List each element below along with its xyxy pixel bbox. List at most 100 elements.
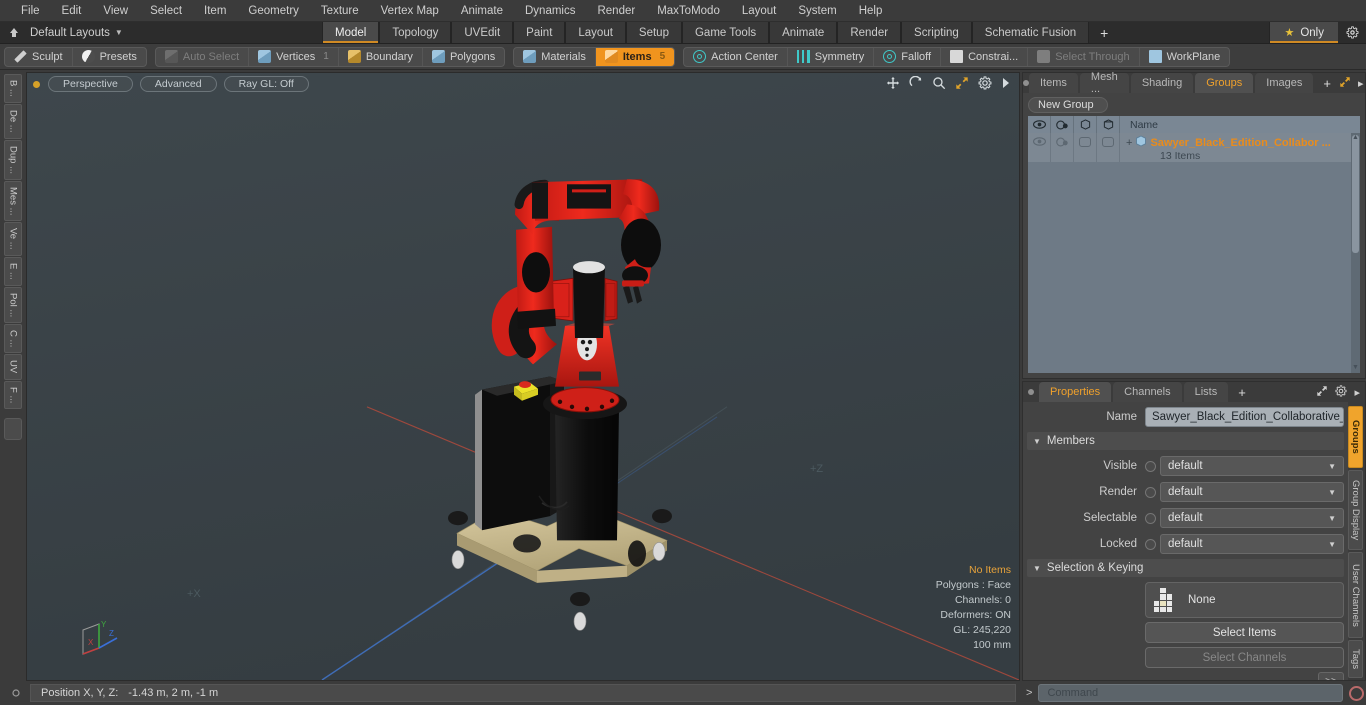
play-icon[interactable] (1001, 77, 1011, 92)
row-visible-toggle[interactable] (1028, 133, 1051, 162)
menu-item-render[interactable]: Render (586, 0, 646, 22)
menu-item-file[interactable]: File (10, 0, 51, 22)
scroll-up-icon[interactable]: ▲ (1351, 133, 1360, 143)
gear-icon[interactable] (1338, 22, 1366, 43)
select-through-button[interactable]: Select Through (1028, 47, 1140, 66)
tab-scripting[interactable]: Scripting (901, 22, 972, 43)
side-tab-tags[interactable]: Tags (1348, 640, 1363, 678)
table-row[interactable]: + Sawyer_Black_Edition_Collabor ... 13 I… (1028, 133, 1360, 162)
auto-select-button[interactable]: Auto Select (156, 47, 250, 66)
list-scrollbar[interactable] (1351, 133, 1360, 373)
tab-groups[interactable]: Groups (1195, 73, 1254, 93)
tab-schematic-fusion[interactable]: Schematic Fusion (971, 22, 1090, 43)
tab-mesh[interactable]: Mesh ... (1079, 71, 1129, 95)
tab-setup[interactable]: Setup (625, 22, 682, 43)
tool-tab-polygon[interactable]: Pol ... (4, 286, 22, 323)
tool-tab-uv[interactable]: UV (4, 354, 22, 380)
new-group-button[interactable]: New Group (1028, 97, 1108, 113)
fit-icon[interactable] (955, 76, 969, 93)
rotate-icon[interactable] (909, 75, 923, 93)
sculpt-button[interactable]: Sculpt (5, 47, 73, 66)
items-button[interactable]: Items 5 (595, 47, 675, 66)
name-input[interactable]: Sawyer_Black_Edition_Collaborative_R (1145, 407, 1344, 427)
panel-expand-icon[interactable]: ▸ (1354, 386, 1360, 399)
tab-items[interactable]: Items (1029, 73, 1078, 93)
visible-radio[interactable] (1145, 460, 1156, 472)
viewport-projection-button[interactable]: Perspective (48, 76, 133, 92)
command-input[interactable]: Command (1038, 684, 1343, 702)
tab-game-tools[interactable]: Game Tools (681, 22, 770, 43)
tab-properties[interactable]: Properties (1039, 382, 1112, 402)
layout-selector[interactable]: Default Layouts ▼ (0, 22, 322, 43)
menu-item-layout[interactable]: Layout (731, 0, 788, 22)
select-items-button[interactable]: Select Items (1145, 622, 1344, 643)
visible-dropdown[interactable]: default ▼ (1160, 456, 1344, 476)
select-channels-button[interactable]: Select Channels (1145, 647, 1344, 668)
boundary-button[interactable]: Boundary (339, 47, 423, 66)
tab-lists[interactable]: Lists (1183, 382, 1229, 402)
menu-item-help[interactable]: Help (848, 0, 894, 22)
render-dropdown[interactable]: default ▼ (1160, 482, 1344, 502)
tool-tab-deform[interactable]: De ... (4, 103, 22, 139)
action-center-button[interactable]: Action Center (684, 47, 788, 66)
add-tab-button[interactable]: + (1089, 22, 1120, 43)
viewport-shading-button[interactable]: Advanced (139, 76, 217, 92)
menu-item-maxtomodo[interactable]: MaxToModo (646, 0, 731, 22)
gear-icon[interactable] (978, 76, 992, 93)
panel-menu-dot[interactable] (1023, 382, 1039, 402)
viewport-raygl-button[interactable]: Ray GL: Off (223, 76, 309, 92)
constraint-button[interactable]: Constrai... (941, 47, 1029, 66)
scroll-down-icon[interactable]: ▼ (1351, 363, 1360, 373)
row-expander[interactable]: + (1126, 137, 1132, 149)
menu-item-view[interactable]: View (92, 0, 139, 22)
gear-icon[interactable] (1335, 384, 1347, 400)
record-icon[interactable] (1349, 685, 1364, 701)
add-panel-tab-button[interactable]: + (1315, 73, 1339, 93)
menu-item-vertex-map[interactable]: Vertex Map (370, 0, 450, 22)
tab-images[interactable]: Images (1255, 73, 1314, 93)
selectable-radio[interactable] (1145, 512, 1156, 524)
tab-channels[interactable]: Channels (1113, 382, 1182, 402)
tab-animate[interactable]: Animate (769, 22, 838, 43)
row-render-toggle[interactable] (1051, 133, 1074, 162)
tool-tab-basic[interactable]: B ... (4, 74, 22, 103)
perspective-viewport[interactable]: Perspective Advanced Ray GL: Off +X +Z N… (26, 72, 1020, 681)
tab-render[interactable]: Render (837, 22, 902, 43)
menu-item-item[interactable]: Item (193, 0, 237, 22)
tab-topology[interactable]: Topology (379, 22, 452, 43)
selectable-dropdown[interactable]: default ▼ (1160, 508, 1344, 528)
workplane-button[interactable]: WorkPlane (1140, 48, 1230, 66)
more-options-button[interactable]: >> (1318, 672, 1344, 680)
group-list-body[interactable]: + Sawyer_Black_Edition_Collabor ... 13 I… (1028, 133, 1360, 373)
materials-button[interactable]: Materials (514, 47, 596, 66)
tab-shading[interactable]: Shading (1130, 73, 1194, 93)
move-icon[interactable] (886, 76, 900, 93)
row-selectable-toggle[interactable] (1074, 133, 1097, 162)
only-toggle-button[interactable]: ★ Only (1269, 22, 1338, 43)
members-section-header[interactable]: ▼ Members (1027, 432, 1344, 450)
menu-item-animate[interactable]: Animate (450, 0, 514, 22)
menu-item-geometry[interactable]: Geometry (237, 0, 310, 22)
vertices-button[interactable]: Vertices 1 (249, 47, 339, 66)
tool-tab-vertex[interactable]: Ve ... (4, 222, 22, 256)
locked-radio[interactable] (1145, 538, 1156, 550)
side-tab-user-channels[interactable]: User Channels (1348, 552, 1363, 639)
tool-tab-edge[interactable]: E ... (4, 256, 22, 286)
menu-item-select[interactable]: Select (139, 0, 193, 22)
render-radio[interactable] (1145, 486, 1156, 498)
status-bar-menu-icon[interactable] (2, 688, 30, 698)
menu-item-edit[interactable]: Edit (51, 0, 93, 22)
symmetry-button[interactable]: Symmetry (788, 47, 875, 66)
menu-item-texture[interactable]: Texture (310, 0, 370, 22)
panel-expand-icon[interactable]: ▸ (1358, 77, 1364, 90)
tool-properties-box[interactable] (4, 417, 22, 440)
tool-tab-curve[interactable]: C ... (4, 323, 22, 354)
maximize-icon[interactable] (1339, 76, 1351, 91)
falloff-button[interactable]: Falloff (874, 47, 942, 66)
zoom-icon[interactable] (932, 76, 946, 93)
tab-model[interactable]: Model (322, 22, 380, 43)
tab-uvedit[interactable]: UVEdit (451, 22, 514, 43)
axis-gizmo[interactable]: X Y Z (77, 614, 123, 660)
locked-dropdown[interactable]: default ▼ (1160, 534, 1344, 554)
menu-item-system[interactable]: System (787, 0, 847, 22)
